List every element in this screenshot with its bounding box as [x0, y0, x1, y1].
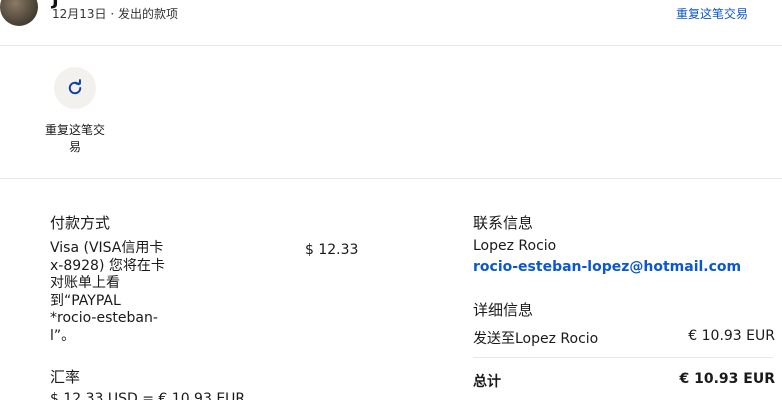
sent-to-label: 发送至Lopez Rocio — [473, 331, 599, 347]
exchange-rate-title: 汇率 — [50, 368, 81, 386]
action-divider — [0, 178, 782, 179]
contact-info-title: 联系信息 — [473, 214, 534, 232]
contact-name: Lopez Rocio — [473, 238, 557, 254]
contact-email-link[interactable]: rocio-esteban-lopez@hotmail.com — [473, 259, 741, 275]
total-label: 总计 — [473, 374, 501, 390]
avatar — [0, 0, 38, 26]
action-icon-circle[interactable] — [54, 67, 96, 109]
sent-to-row: 发送至Lopez Rocio € 10.93 EUR — [473, 328, 775, 348]
details-title: 详细信息 — [473, 301, 534, 319]
repeat-transaction-link[interactable]: 重复这笔交易 — [676, 5, 748, 22]
header-divider — [0, 45, 782, 46]
sent-to-amount: € 10.93 EUR — [688, 328, 775, 344]
transaction-detail-page: J 12月13日 · 发出的款项 重复这笔交易 重复这笔交易 付款方式 Visa… — [0, 0, 782, 400]
exchange-rate-value: $ 12.33 USD = € 10.93 EUR — [50, 391, 246, 400]
payment-method-description: Visa (VISA信用卡x-8928) 您将在卡对账单上看到“PAYPAL *… — [50, 240, 165, 344]
transaction-date-type: 12月13日 · 发出的款项 — [52, 7, 178, 21]
repeat-transaction-label: 重复这笔交易 — [44, 123, 105, 154]
total-row: 总计 € 10.93 EUR — [473, 371, 775, 391]
details-divider — [473, 357, 773, 358]
refresh-icon — [68, 79, 82, 95]
total-amount: € 10.93 EUR — [679, 371, 775, 387]
payment-amount: $ 12.33 — [305, 242, 359, 258]
repeat-transaction-button[interactable]: 重复这笔交易 — [42, 67, 108, 156]
payment-method-title: 付款方式 — [50, 214, 111, 232]
